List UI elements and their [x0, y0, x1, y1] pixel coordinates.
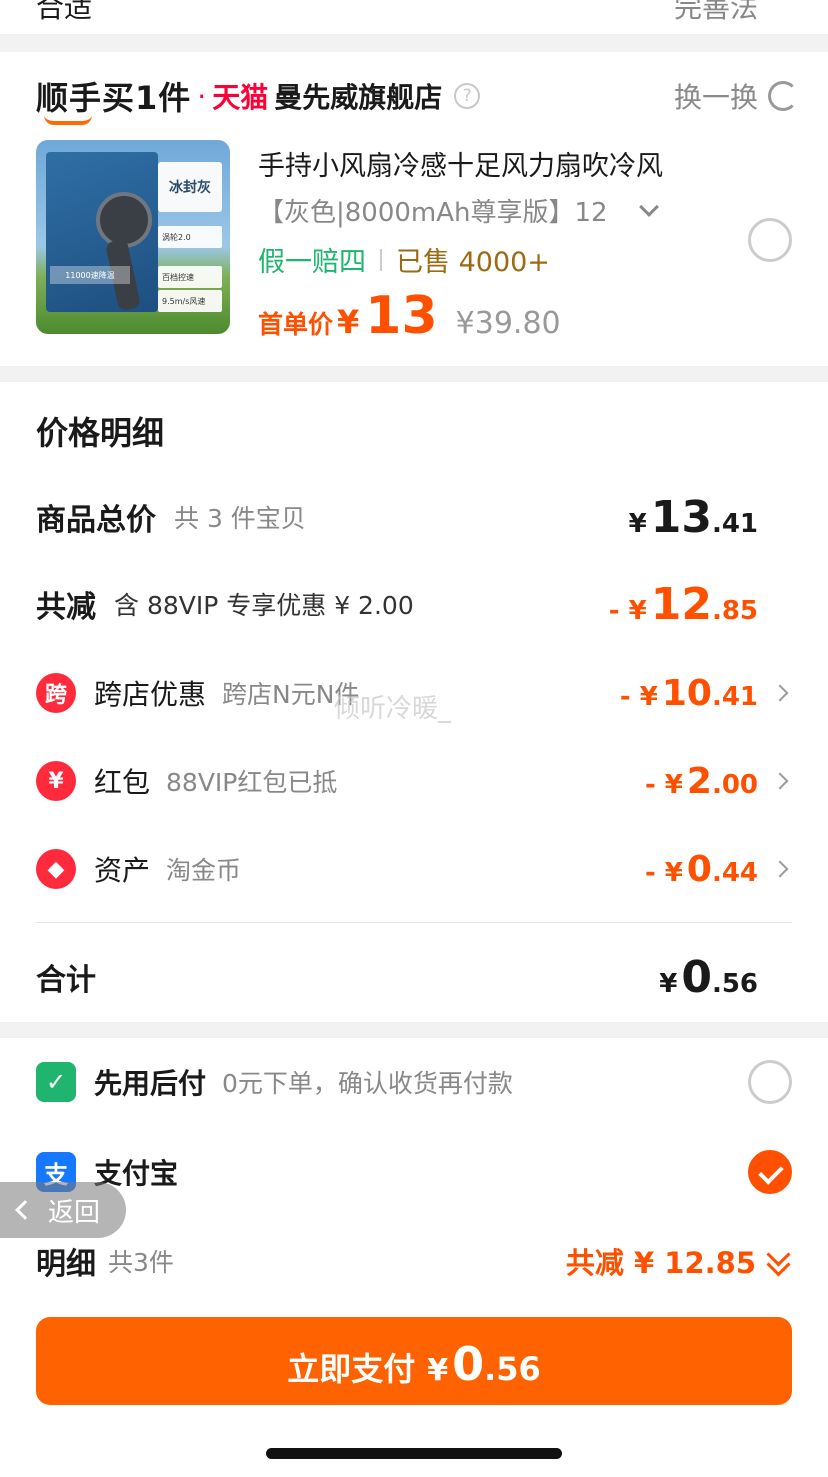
- store-name[interactable]: 曼先威旗舰店: [274, 76, 442, 116]
- payment-method-label: 先用后付: [94, 1067, 207, 1100]
- goods-total-count: 共 3 件宝贝: [174, 504, 306, 533]
- sum-label: 合计: [36, 963, 96, 998]
- total-reduction-note: 含 88VIP 专享优惠 ¥ 2.00: [114, 591, 414, 620]
- discount-amount: - ¥10.41: [619, 672, 758, 714]
- discount-row-assets[interactable]: ◆ 资产 淘金币 - ¥0.44: [36, 844, 792, 894]
- order-detail-row[interactable]: 明细 共3件 共减 ¥ 12.85: [36, 1236, 792, 1286]
- original-price: ¥39.80: [455, 306, 561, 341]
- total-reduction-row: 共减 含 88VIP 专享优惠 ¥ 2.00 - ¥12.85: [36, 578, 792, 630]
- shopping-bag-icon: ✓: [36, 1062, 76, 1102]
- add-item-radio[interactable]: [748, 218, 792, 262]
- product-image-feature: 百档控速: [158, 266, 222, 288]
- cross-store-icon: 跨: [36, 673, 76, 713]
- watermark: 倾听冷暖_: [334, 694, 452, 724]
- price-detail-title: 价格明细: [36, 414, 165, 452]
- discount-amount: - ¥2.00: [644, 760, 758, 802]
- chevron-right-icon: [771, 860, 789, 878]
- discount-label: 跨店优惠: [94, 678, 207, 711]
- guarantee-label: 假一赔四: [258, 247, 366, 278]
- sum-row: 合计 ¥0.56: [36, 951, 792, 1003]
- price-detail-card: 价格明细 商品总价 共 3 件宝贝 ¥13.41 共减 含 88VIP 专享优惠…: [0, 382, 828, 1022]
- brand-separator: ·: [197, 79, 207, 113]
- double-chevron-down-icon[interactable]: [764, 1246, 790, 1276]
- discount-note: 88VIP红包已抵: [166, 768, 338, 797]
- product-image-feature: 9.5m/s风速: [158, 290, 222, 312]
- product-image-speed: 11000速降温: [50, 266, 130, 284]
- sold-count: 已售 4000+: [396, 247, 550, 278]
- pay-now-button[interactable]: 立即支付 ¥ 0 .56: [36, 1317, 792, 1405]
- discount-row-red-packet[interactable]: ¥ 红包 88VIP红包已抵 - ¥2.00: [36, 756, 792, 806]
- discount-note: 淘金币: [166, 856, 242, 885]
- discount-label: 红包: [94, 766, 151, 799]
- red-packet-icon: ¥: [36, 761, 76, 801]
- total-reduction-label: 共减: [36, 590, 96, 625]
- goods-total-label: 商品总价: [36, 503, 156, 538]
- top-strip: 合适 完善法: [0, 0, 828, 34]
- sum-amount: ¥0.56: [659, 951, 758, 1003]
- back-label: 返回: [48, 1197, 101, 1228]
- buy-one-card: 顺手买1件 · 天猫 曼先威旗舰店 ? 换一换 冰封灰 涡轮2.0 百档控速 9…: [0, 52, 828, 366]
- product-title[interactable]: 手持小风扇冷感十足风力扇吹冷风: [258, 144, 663, 183]
- top-strip-left-text: 合适: [36, 0, 93, 24]
- price-value: 13: [365, 286, 438, 346]
- tag-icon: ◆: [36, 849, 76, 889]
- total-reduction-amount: - ¥12.85: [608, 578, 758, 630]
- divider: [36, 922, 792, 923]
- top-strip-right-text: 完善法: [673, 0, 758, 24]
- chevron-down-icon: [638, 196, 659, 217]
- goods-total-row: 商品总价 共 3 件宝贝 ¥13.41: [36, 491, 792, 543]
- swap-label: 换一换: [673, 81, 758, 114]
- chevron-right-icon: [771, 772, 789, 790]
- price-label: 首单价: [258, 310, 334, 339]
- pay-now-currency: ¥: [427, 1353, 449, 1388]
- buy-one-header: 顺手买1件 · 天猫 曼先威旗舰店 ?: [36, 73, 481, 125]
- help-icon[interactable]: ?: [454, 83, 481, 109]
- pay-now-amount-int: 0: [452, 1337, 485, 1391]
- payment-method-pay-later[interactable]: ✓ 先用后付 0元下单，确认收货再付款: [36, 1058, 792, 1106]
- product-price: 首单价 ¥ 13 ¥39.80: [258, 286, 561, 346]
- chevron-right-icon: [771, 684, 789, 702]
- pay-now-amount-dec: .56: [484, 1350, 541, 1388]
- payment-method-alipay[interactable]: 支 支付宝: [36, 1148, 792, 1196]
- promo-divider: [380, 248, 382, 271]
- fan-icon: [96, 192, 152, 248]
- product-image-tag: 冰封灰: [158, 162, 222, 212]
- buy-one-logo: 顺手买1件: [36, 73, 191, 125]
- product-image-feature: 涡轮2.0: [158, 226, 222, 248]
- alipay-radio-checked[interactable]: [748, 1150, 792, 1194]
- goods-total-amount: ¥13.41: [628, 491, 758, 543]
- refresh-icon: [768, 81, 798, 111]
- payment-method-note: 0元下单，确认收货再付款: [222, 1069, 513, 1098]
- swap-button[interactable]: 换一换: [674, 76, 798, 116]
- product-image[interactable]: 冰封灰 涡轮2.0 百档控速 9.5m/s风速 11000速降温: [36, 140, 230, 334]
- back-button[interactable]: 返回: [0, 1182, 126, 1238]
- detail-count: 共3件: [108, 1248, 174, 1277]
- chevron-left-icon: [15, 1200, 35, 1220]
- detail-label: 明细: [36, 1247, 96, 1282]
- home-indicator[interactable]: [266, 1448, 562, 1459]
- product-promo: 假一赔四 已售 4000+: [258, 240, 550, 279]
- product-sku-selector[interactable]: 【灰色|8000mAh尊享版】12: [258, 192, 659, 229]
- product-sku: 【灰色|8000mAh尊享版】12: [258, 198, 608, 228]
- tmall-label: 天猫: [212, 81, 269, 114]
- discount-amount: - ¥0.44: [644, 848, 758, 890]
- price-currency: ¥: [337, 303, 360, 341]
- discount-label: 资产: [94, 854, 151, 887]
- pay-later-radio[interactable]: [748, 1060, 792, 1104]
- detail-reduction-total: 共减 ¥ 12.85: [565, 1246, 756, 1280]
- pay-now-label: 立即支付: [287, 1350, 416, 1388]
